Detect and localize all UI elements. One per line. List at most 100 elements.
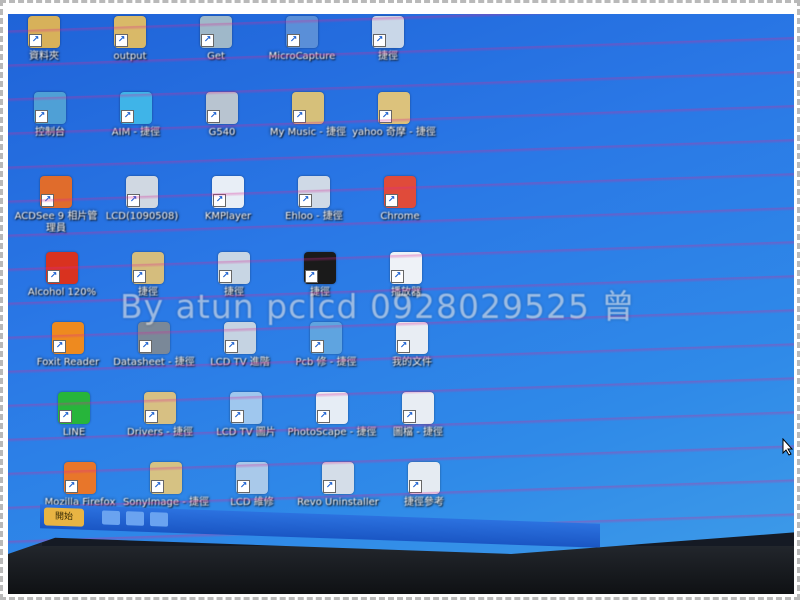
shortcut-arrow-icon: ↗: [373, 34, 386, 47]
desktop-shortcut-label: 資料夾: [29, 51, 59, 62]
desktop-shortcut-label: Chrome: [380, 211, 420, 222]
desktop-screen: ↗ 資料夾 ↗ output ↗ Get ↗ MicroCapture ↗ 捷徑 ↗ 控制台 ↗ AIM …: [8, 14, 794, 554]
desktop-shortcut[interactable]: ↗ G540: [176, 92, 268, 139]
desktop-shortcut[interactable]: ↗ Revo Uninstaller: [292, 462, 384, 509]
shortcut-arrow-icon: ↗: [65, 480, 78, 493]
desktop-shortcut-label: KMPlayer: [204, 211, 252, 222]
shortcut-arrow-icon: ↗: [207, 110, 220, 123]
shortcut-arrow-icon: ↗: [397, 340, 410, 353]
shortcut-arrow-icon: ↗: [121, 110, 134, 123]
shortcut-arrow-icon: ↗: [237, 480, 250, 493]
desktop-shortcut-label: LINE: [62, 427, 86, 438]
shortcut-arrow-icon: ↗: [127, 194, 140, 207]
mouse-cursor-icon: [782, 438, 794, 456]
desktop-shortcut-label: LCD(1090508): [105, 211, 179, 222]
shortcut-arrow-icon: ↗: [231, 410, 244, 423]
desktop-shortcut-label: LCD TV 進階: [210, 357, 270, 368]
alcohol-icon: ↗: [46, 252, 78, 284]
shortcut-arrow-icon: ↗: [379, 110, 392, 123]
shortcut-arrow-icon: ↗: [287, 34, 300, 47]
folder-icon: ↗: [144, 392, 176, 424]
taskbar-item[interactable]: [126, 511, 144, 526]
document-icon: ↗: [126, 176, 158, 208]
photoscape-icon: ↗: [316, 392, 348, 424]
foxit-icon: ↗: [52, 322, 84, 354]
shortcut-arrow-icon: ↗: [299, 194, 312, 207]
desktop-shortcut-label: Alcohol 120%: [27, 287, 97, 298]
shortcut-arrow-icon: ↗: [35, 110, 48, 123]
desktop-shortcut[interactable]: ↗ PhotoScape - 捷徑: [286, 392, 378, 439]
desktop-shortcut[interactable]: ↗ output: [84, 16, 176, 63]
desktop-shortcut[interactable]: ↗ LCD 維修: [206, 462, 298, 509]
desktop-shortcut[interactable]: ↗ 我的文件: [366, 322, 458, 369]
shortcut-arrow-icon: ↗: [41, 194, 54, 207]
line-icon: ↗: [58, 392, 90, 424]
shortcut-arrow-icon: ↗: [385, 194, 398, 207]
desktop-shortcut[interactable]: ↗ 圖檔 - 捷徑: [372, 392, 464, 439]
start-button[interactable]: 開始: [44, 507, 84, 527]
shortcut-arrow-icon: ↗: [139, 340, 152, 353]
kmplayer-icon: ↗: [212, 176, 244, 208]
desktop-shortcut-label: Pcb 修 - 捷徑: [295, 357, 357, 368]
desktop-shortcut[interactable]: ↗ 捷徑參考: [378, 462, 470, 509]
uninstaller-icon: ↗: [322, 462, 354, 494]
desktop-shortcut[interactable]: ↗ Foxit Reader: [22, 322, 114, 369]
desktop-shortcut[interactable]: ↗ LINE: [28, 392, 120, 439]
desktop-shortcut[interactable]: ↗ yahoo 奇摩 - 捷徑: [348, 92, 440, 139]
shortcut-arrow-icon: ↗: [29, 34, 42, 47]
shortcut-arrow-icon: ↗: [213, 194, 226, 207]
document-icon: ↗: [408, 462, 440, 494]
app-icon: ↗: [298, 176, 330, 208]
shortcut-arrow-icon: ↗: [59, 410, 72, 423]
desktop-shortcut-label: 控制台: [35, 127, 65, 138]
desktop-shortcut[interactable]: ↗ 控制台: [8, 92, 96, 139]
taskbar-item[interactable]: [102, 510, 120, 526]
desktop-shortcut[interactable]: ↗ Datasheet - 捷徑: [108, 322, 200, 369]
shortcut-arrow-icon: ↗: [225, 340, 238, 353]
desktop-shortcut-label: Drivers - 捷徑: [127, 427, 193, 438]
desktop-shortcut-label: 捷徑: [378, 51, 398, 62]
desktop-shortcut[interactable]: ↗ LCD TV 進階: [194, 322, 286, 369]
desktop-shortcut[interactable]: ↗ My Music - 捷徑: [262, 92, 354, 139]
photo-watermark: By atun pclcd 0928029525 曾: [120, 287, 636, 326]
desktop-shortcut-label: G540: [208, 127, 236, 138]
desktop-shortcut-label: PhotoScape - 捷徑: [287, 427, 377, 438]
desktop-shortcut[interactable]: ↗ Chrome: [354, 176, 446, 223]
desktop-shortcut[interactable]: ↗ 資料夾: [8, 16, 90, 63]
desktop-shortcut[interactable]: ↗ Alcohol 120%: [16, 252, 108, 299]
desktop-shortcut-label: ACDSee 9 相片管理員: [14, 211, 98, 234]
monitor-photo: ↗ 資料夾 ↗ output ↗ Get ↗ MicroCapture ↗ 捷徑 ↗ 控制台 ↗ AIM …: [8, 14, 794, 594]
shortcut-arrow-icon: ↗: [323, 480, 336, 493]
taskbar[interactable]: 開始: [40, 504, 600, 548]
monitor-bezel-bottom: [8, 546, 794, 594]
desktop-shortcut[interactable]: ↗ Drivers - 捷徑: [114, 392, 206, 439]
folder-icon: ↗: [150, 462, 182, 494]
desktop-shortcut[interactable]: ↗ MicroCapture: [256, 16, 348, 63]
image-icon: ↗: [230, 392, 262, 424]
desktop-shortcut-label: 捷徑參考: [404, 497, 444, 508]
desktop-shortcut[interactable]: ↗ 捷徑: [342, 16, 434, 63]
folder-icon: ↗: [378, 92, 410, 124]
desktop-shortcut-label: My Music - 捷徑: [269, 127, 347, 138]
desktop-shortcut[interactable]: ↗ Mozilla Firefox: [34, 462, 126, 509]
desktop-shortcut[interactable]: ↗ SonyImage - 捷徑: [120, 462, 212, 509]
desktop-shortcut-label: 我的文件: [392, 357, 432, 368]
taskbar-item[interactable]: [150, 512, 168, 527]
desktop-shortcut[interactable]: ↗ Ehloo - 捷徑: [268, 176, 360, 223]
document-icon: ↗: [402, 392, 434, 424]
desktop-shortcut[interactable]: ↗ AIM - 捷徑: [90, 92, 182, 139]
desktop-shortcut[interactable]: ↗ ACDSee 9 相片管理員: [10, 176, 102, 235]
desktop-shortcut[interactable]: ↗ LCD(1090508): [96, 176, 188, 223]
shortcut-icon: ↗: [286, 16, 318, 48]
shortcut-arrow-icon: ↗: [201, 34, 214, 47]
desktop-shortcut[interactable]: ↗ Get: [170, 16, 262, 63]
desktop-shortcut[interactable]: ↗ KMPlayer: [182, 176, 274, 223]
shortcut-arrow-icon: ↗: [403, 410, 416, 423]
desktop-shortcut-label: Datasheet - 捷徑: [113, 357, 195, 368]
desktop-shortcut-label: output: [113, 51, 147, 62]
monitor-icon: ↗: [236, 462, 268, 494]
desktop-shortcut[interactable]: ↗ LCD TV 圖片: [200, 392, 292, 439]
desktop-shortcut-label: LCD 維修: [230, 497, 274, 508]
aim-icon: ↗: [120, 92, 152, 124]
desktop-shortcut[interactable]: ↗ Pcb 修 - 捷徑: [280, 322, 372, 369]
